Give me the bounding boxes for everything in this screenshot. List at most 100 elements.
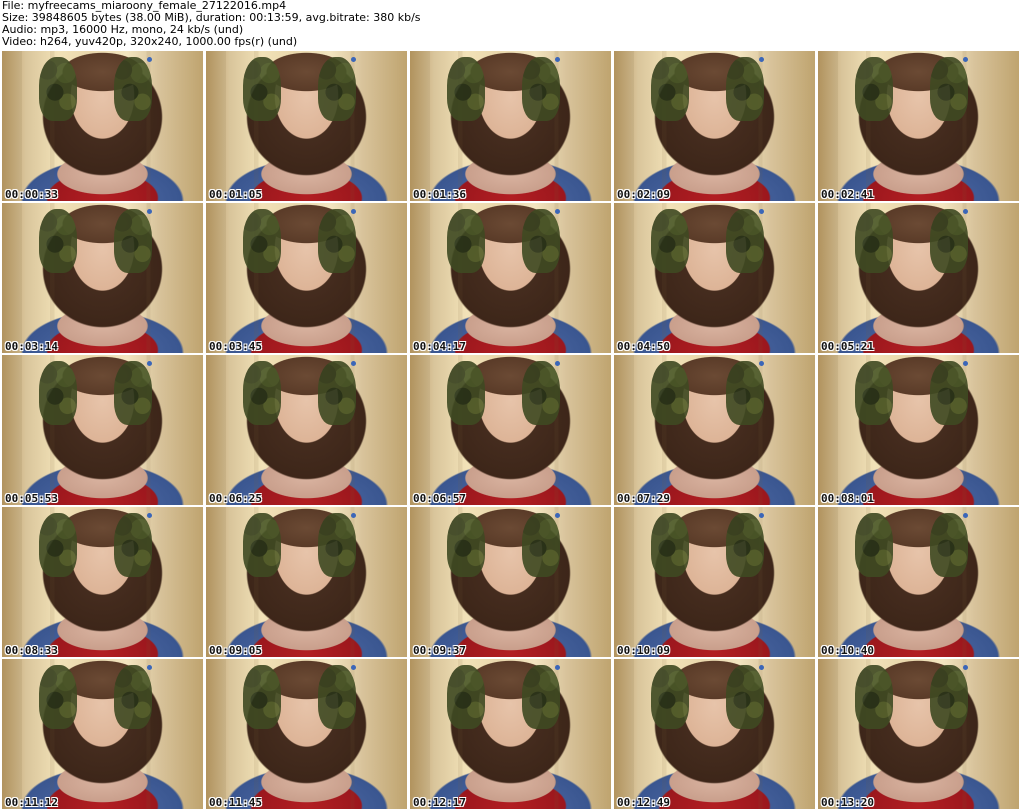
thumbnail-timestamp: 00:10:40 (821, 644, 874, 657)
video-thumbnail: 00:10:09 (614, 507, 815, 657)
background-plant-left (447, 665, 485, 729)
blue-light-icon (351, 209, 356, 214)
blue-light-icon (759, 513, 764, 518)
background-plant-right (930, 57, 968, 121)
thumbnail-timestamp: 00:08:33 (5, 644, 58, 657)
video-metadata-header: File: myfreecams_miaroony_female_2712201… (2, 0, 1022, 48)
thumbnail-timestamp: 00:09:05 (209, 644, 262, 657)
thumbnail-timestamp: 00:07:29 (617, 492, 670, 505)
background-plant-left (243, 361, 281, 425)
background-plant-right (726, 57, 764, 121)
thumbnail-timestamp: 00:13:20 (821, 796, 874, 809)
background-plant-right (930, 665, 968, 729)
background-plant-left (39, 57, 77, 121)
thumbnail-timestamp: 00:03:45 (209, 340, 262, 353)
background-plant-left (447, 209, 485, 273)
background-plant-right (318, 57, 356, 121)
background-plant-left (855, 209, 893, 273)
background-plant-left (651, 513, 689, 577)
background-plant-right (726, 361, 764, 425)
video-thumbnail: 00:13:20 (818, 659, 1019, 809)
background-plant-right (522, 665, 560, 729)
blue-light-icon (963, 513, 968, 518)
background-plant-right (114, 361, 152, 425)
video-thumbnail: 00:11:45 (206, 659, 407, 809)
background-plant-left (447, 513, 485, 577)
background-plant-right (522, 57, 560, 121)
blue-light-icon (351, 361, 356, 366)
blue-light-icon (963, 57, 968, 62)
background-plant-right (930, 209, 968, 273)
blue-light-icon (555, 361, 560, 366)
background-plant-left (651, 57, 689, 121)
video-thumbnail: 00:04:17 (410, 203, 611, 353)
background-plant-left (39, 665, 77, 729)
blue-light-icon (963, 665, 968, 670)
video-thumbnail: 00:12:17 (410, 659, 611, 809)
background-plant-left (855, 665, 893, 729)
blue-light-icon (147, 513, 152, 518)
background-plant-right (726, 513, 764, 577)
thumbnail-timestamp: 00:09:37 (413, 644, 466, 657)
video-thumbnail: 00:00:33 (2, 51, 203, 201)
background-plant-right (114, 57, 152, 121)
background-plant-left (447, 57, 485, 121)
video-thumbnail: 00:01:36 (410, 51, 611, 201)
video-thumbnail: 00:04:50 (614, 203, 815, 353)
video-thumbnail: 00:11:12 (2, 659, 203, 809)
background-plant-right (318, 361, 356, 425)
background-plant-right (726, 665, 764, 729)
background-plant-right (522, 209, 560, 273)
background-plant-right (114, 209, 152, 273)
video-thumbnail: 00:06:25 (206, 355, 407, 505)
thumbnail-grid: 00:00:33 00:01:05 00:01:36 00:02:09 00:02:41… (0, 50, 1024, 811)
thumbnail-timestamp: 00:01:05 (209, 188, 262, 201)
background-plant-right (318, 665, 356, 729)
background-plant-left (447, 361, 485, 425)
thumbnail-timestamp: 00:02:09 (617, 188, 670, 201)
video-info-line: Video: h264, yuv420p, 320x240, 1000.00 f… (2, 36, 298, 48)
file-name-line: File: myfreecams_miaroony_female_2712201… (2, 0, 287, 12)
thumbnail-timestamp: 00:04:17 (413, 340, 466, 353)
video-thumbnail: 00:03:45 (206, 203, 407, 353)
video-thumbnail: 00:02:09 (614, 51, 815, 201)
background-plant-left (651, 361, 689, 425)
thumbnail-timestamp: 00:05:21 (821, 340, 874, 353)
thumbnail-timestamp: 00:12:49 (617, 796, 670, 809)
blue-light-icon (351, 513, 356, 518)
thumbnail-timestamp: 00:03:14 (5, 340, 58, 353)
blue-light-icon (759, 665, 764, 670)
video-thumbnail: 00:10:40 (818, 507, 1019, 657)
blue-light-icon (555, 513, 560, 518)
background-plant-left (39, 209, 77, 273)
video-thumbnail: 00:03:14 (2, 203, 203, 353)
blue-light-icon (759, 361, 764, 366)
thumbnail-timestamp: 00:00:33 (5, 188, 58, 201)
video-thumbnail: 00:02:41 (818, 51, 1019, 201)
background-plant-left (39, 361, 77, 425)
background-plant-left (243, 665, 281, 729)
blue-light-icon (147, 209, 152, 214)
video-thumbnail: 00:09:37 (410, 507, 611, 657)
video-thumbnail: 00:08:01 (818, 355, 1019, 505)
background-plant-left (651, 665, 689, 729)
background-plant-right (930, 513, 968, 577)
thumbnail-timestamp: 00:01:36 (413, 188, 466, 201)
background-plant-left (651, 209, 689, 273)
background-plant-right (318, 209, 356, 273)
background-plant-left (243, 57, 281, 121)
blue-light-icon (351, 57, 356, 62)
background-plant-left (243, 209, 281, 273)
blue-light-icon (147, 57, 152, 62)
video-thumbnail: 00:05:21 (818, 203, 1019, 353)
video-thumbnail: 00:07:29 (614, 355, 815, 505)
blue-light-icon (147, 665, 152, 670)
blue-light-icon (555, 57, 560, 62)
blue-light-icon (963, 361, 968, 366)
blue-light-icon (759, 57, 764, 62)
thumbnail-timestamp: 00:12:17 (413, 796, 466, 809)
blue-light-icon (555, 209, 560, 214)
background-plant-right (318, 513, 356, 577)
audio-info-line: Audio: mp3, 16000 Hz, mono, 24 kb/s (und… (2, 24, 244, 36)
background-plant-right (114, 513, 152, 577)
